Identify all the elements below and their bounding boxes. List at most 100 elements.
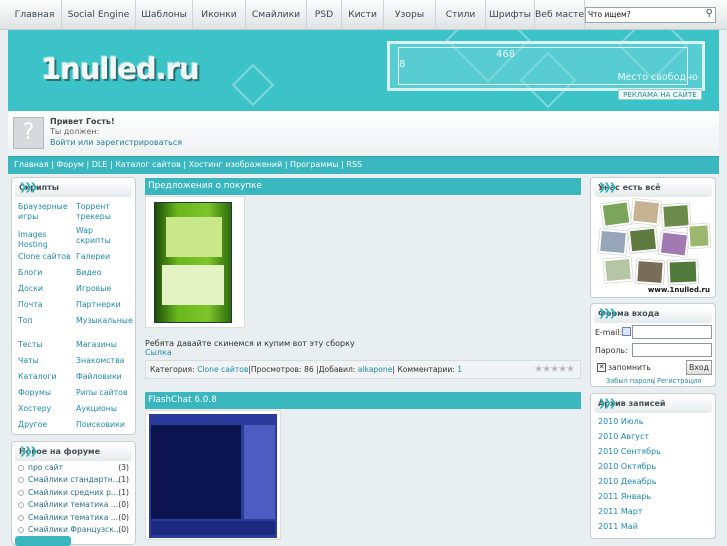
post1-link[interactable]: Сылка: [145, 348, 172, 357]
gallery-box: Унас есть всё ❯❯❯ www.1nulled.ru: [590, 177, 716, 298]
search-icon[interactable]: ⚲: [706, 8, 713, 19]
script-link[interactable]: Партнерки: [76, 300, 130, 310]
advert-link[interactable]: РЕКЛАМА НА САЙТЕ: [618, 89, 702, 100]
topnav-item[interactable]: Узоры: [384, 0, 436, 29]
category-link[interactable]: Clone сайтов: [197, 365, 248, 374]
login-separator: |: [653, 377, 656, 385]
script-link[interactable]: Торрент трекеры: [76, 202, 130, 222]
menu-links[interactable]: Главная | Форум | DLE | Каталог сайтов |…: [14, 160, 362, 169]
script-link[interactable]: Аукционы: [76, 404, 130, 414]
script-link[interactable]: Магазины: [76, 340, 130, 350]
forum-item-title[interactable]: Смайлики тематика ...: [28, 513, 118, 522]
topnav-item[interactable]: Веб мастер: [535, 0, 585, 29]
search-input[interactable]: Что ищем? ⚲: [585, 7, 716, 23]
script-link[interactable]: Другое: [18, 420, 74, 430]
author-link[interactable]: alkapone: [358, 365, 393, 374]
user-panel: ? Привет Гость! Ты должен: Войти или зар…: [8, 111, 719, 155]
photo-collage[interactable]: www.1nulled.ru: [596, 198, 712, 294]
script-link[interactable]: Файловики: [76, 372, 130, 382]
forum-item[interactable]: Смайлики стандартн...: [18, 475, 120, 484]
login-button[interactable]: Вход: [686, 360, 712, 375]
script-link[interactable]: Доски: [18, 284, 74, 294]
gallery-watermark: www.1nulled.ru: [647, 286, 710, 294]
script-link[interactable]: Блоги: [18, 268, 74, 278]
script-link[interactable]: Почта: [18, 300, 74, 310]
register-link[interactable]: Регистрация: [657, 377, 701, 385]
archive-item[interactable]: 2010 Декабрь: [598, 477, 657, 486]
chevron-icon: ❯❯❯: [19, 446, 38, 457]
bullet-icon: [18, 514, 24, 521]
script-link[interactable]: Форумы: [18, 388, 74, 398]
archive-item[interactable]: 2011 Март: [598, 507, 642, 516]
script-link[interactable]: Браузерные игры: [18, 202, 74, 222]
topnav-item[interactable]: Иконки: [193, 0, 246, 29]
post1-title[interactable]: Предложения о покупке: [145, 178, 581, 195]
forum-item-title[interactable]: Смайлики средних р...: [28, 488, 118, 497]
archive-box: Архив записей ❯❯❯ 2010 Июль 2010 Август 201…: [590, 393, 716, 539]
script-link[interactable]: Wap скрипты: [76, 226, 130, 246]
bullet-icon: [18, 502, 24, 509]
forum-item-title[interactable]: Смайлики стандартн...: [28, 475, 120, 484]
script-link[interactable]: Игровые: [76, 284, 130, 294]
bullet-icon: [18, 465, 24, 471]
script-link[interactable]: Топ: [18, 316, 74, 326]
forum-item[interactable]: Смайлики тематика ...: [18, 500, 118, 509]
banner-width: 468: [496, 49, 516, 60]
archive-item[interactable]: 2010 Октябрь: [598, 462, 656, 471]
script-link[interactable]: Рипы сайтов: [76, 388, 130, 398]
archive-item[interactable]: 2010 Сентябрь: [598, 447, 661, 456]
forum-item[interactable]: Смайлики средних р...: [18, 488, 118, 497]
forum-item[interactable]: Смайлики Французск...: [18, 525, 121, 534]
avatar: ?: [13, 117, 44, 149]
email-label: E-mail:: [595, 328, 623, 337]
search-placeholder: Что ищем?: [588, 10, 631, 19]
forum-item[interactable]: Смайлики тематика ...: [18, 513, 118, 522]
script-link[interactable]: Каталоги: [18, 372, 74, 382]
script-link[interactable]: Clone сайтов: [18, 252, 74, 262]
archive-item[interactable]: 2010 Июль: [598, 417, 643, 426]
script-link[interactable]: Видео: [76, 268, 130, 278]
topnav-item[interactable]: Смайлики: [246, 0, 307, 29]
must-text: Ты должен:: [50, 127, 100, 136]
topnav-item[interactable]: Стили: [436, 0, 486, 29]
login-register-link[interactable]: Войти или зарегистрироваться: [50, 138, 182, 147]
site-logo[interactable]: 1nulled.ru: [41, 52, 200, 86]
remember-checkbox[interactable]: ✕: [597, 363, 606, 372]
chevron-icon: ❯❯❯: [598, 308, 617, 319]
archive-item[interactable]: 2011 Январь: [598, 492, 651, 501]
flashchat-image[interactable]: [145, 410, 281, 540]
topnav-item[interactable]: Шаблоны: [136, 0, 193, 29]
script-link[interactable]: Тесты: [18, 340, 74, 350]
openid-icon: [622, 327, 631, 336]
script-link[interactable]: Галереи: [76, 252, 130, 262]
script-link[interactable]: Знакомства: [76, 356, 130, 366]
forum-item-title[interactable]: про сайт: [28, 463, 63, 472]
post1-text: Ребята давайте скинемся и купим вот эту …: [145, 339, 355, 348]
script-link[interactable]: Images Hosting: [18, 230, 74, 250]
product-image[interactable]: [145, 196, 245, 328]
topnav-item[interactable]: Social Engine: [62, 0, 136, 29]
archive-item[interactable]: 2011 Май: [598, 522, 638, 531]
forgot-password-link[interactable]: Забыл пароль: [606, 377, 655, 385]
forum-item-title[interactable]: Смайлики тематика ...: [28, 500, 118, 509]
forum-item-count: (3): [118, 463, 129, 472]
forum-item[interactable]: про сайт: [18, 463, 63, 472]
script-link[interactable]: Музыкальные: [76, 316, 133, 326]
rating-stars[interactable]: ★★★★★: [534, 361, 575, 378]
post2-title[interactable]: FlashChat 6.0.8: [145, 392, 581, 409]
topnav-item[interactable]: Кисти: [342, 0, 384, 29]
ad-banner[interactable]: 468 8 Место свободно: [387, 41, 705, 91]
topnav-item[interactable]: Главная: [8, 0, 62, 29]
script-link[interactable]: Чаты: [18, 356, 74, 366]
archive-item[interactable]: 2010 Август: [598, 432, 649, 441]
chevron-icon: ❯❯❯: [19, 182, 38, 193]
forum-item-title[interactable]: Смайлики Французск...: [28, 525, 121, 534]
topnav-item[interactable]: Шрифты: [486, 0, 535, 29]
script-link[interactable]: Поисковики: [76, 420, 130, 430]
email-field[interactable]: [632, 325, 712, 339]
comments-count[interactable]: 1: [457, 365, 462, 374]
script-link[interactable]: Хостеру: [18, 404, 74, 414]
password-field[interactable]: [632, 343, 712, 357]
topnav-item[interactable]: PSD: [307, 0, 342, 29]
forum-item-count: (0): [118, 500, 129, 510]
